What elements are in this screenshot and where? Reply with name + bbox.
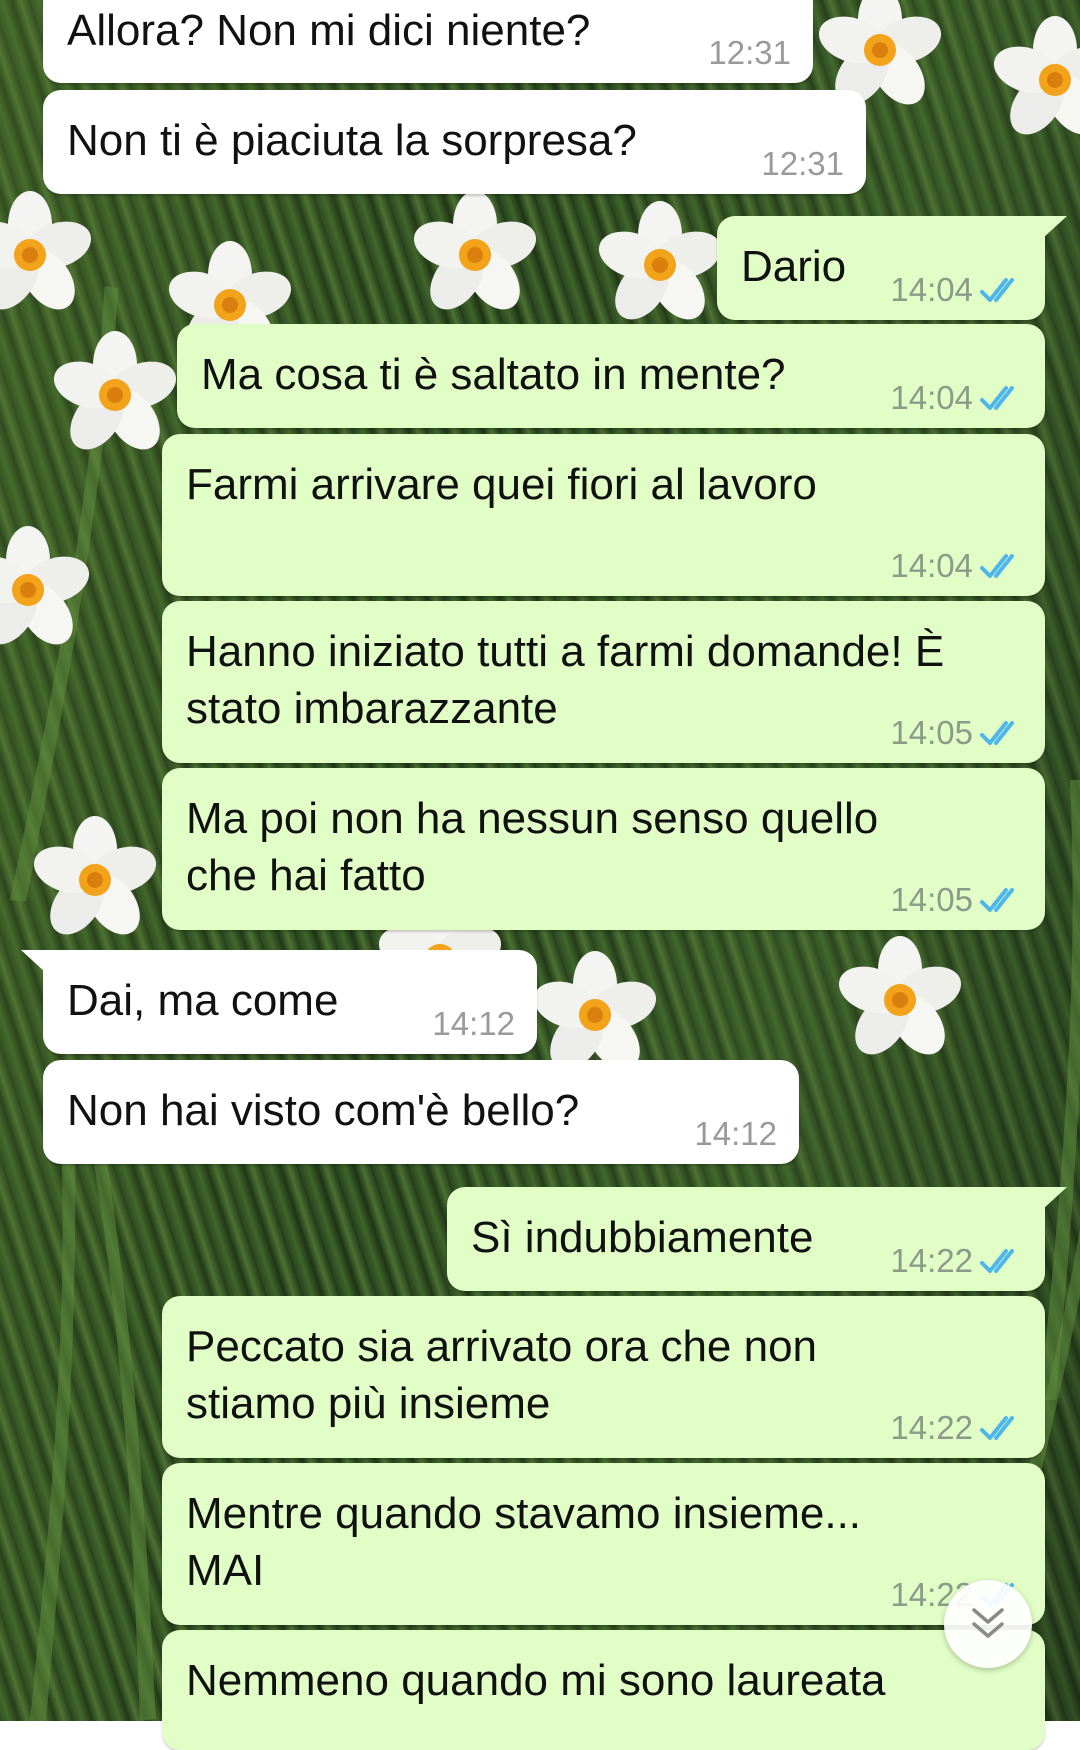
message-outgoing[interactable]: Hanno iniziato tutti a farmi domande! È …: [162, 601, 1045, 763]
message-outgoing[interactable]: Nemmeno quando mi sono laureata: [162, 1630, 1045, 1750]
message-text: Sì indubbiamente: [471, 1213, 814, 1262]
message-incoming[interactable]: Non hai visto com'è bello? 14:12: [43, 1060, 799, 1164]
message-outgoing[interactable]: Mentre quando stavamo insieme... MAI 14:…: [162, 1463, 1045, 1625]
message-text-line-1: Ma poi non ha nessun senso quello: [186, 794, 879, 843]
message-outgoing[interactable]: Sì indubbiamente 14:22: [447, 1187, 1067, 1291]
bubble-tail: [1043, 216, 1067, 238]
double-check-icon: [980, 1249, 1014, 1273]
message-incoming[interactable]: Non ti è piaciuta la sorpresa? 12:31: [43, 90, 866, 194]
message-text: Dai, ma come: [67, 976, 339, 1025]
double-check-icon: [980, 1416, 1014, 1440]
message-text: Non hai visto com'è bello?: [67, 1086, 580, 1135]
message-outgoing[interactable]: Ma poi non ha nessun senso quello che ha…: [162, 768, 1045, 930]
message-text: Dario: [741, 242, 847, 291]
message-time: 14:05: [890, 881, 973, 918]
message-text-line-2: stiamo più insieme: [186, 1379, 551, 1428]
message-time: 14:04: [890, 271, 973, 308]
message-text-line-2: MAI: [186, 1546, 265, 1595]
double-check-icon: [980, 386, 1014, 410]
message-time: 14:12: [694, 1115, 777, 1152]
message-time: 12:31: [708, 34, 791, 71]
message-outgoing[interactable]: Ma cosa ti è saltato in mente? 14:04: [177, 324, 1045, 428]
message-incoming[interactable]: Allora? Non mi dici niente? 12:31: [43, 0, 813, 83]
scroll-to-bottom-button[interactable]: [944, 1580, 1032, 1668]
message-time: 14:22: [890, 1409, 973, 1446]
message-outgoing[interactable]: Farmi arrivare quei fiori al lavoro 14:0…: [162, 434, 1045, 596]
message-time: 12:31: [761, 145, 844, 182]
message-text-line-1: Mentre quando stavamo insieme...: [186, 1489, 862, 1538]
message-text: Ma cosa ti è saltato in mente?: [201, 350, 786, 399]
message-text-line-2: stato imbarazzante: [186, 684, 558, 733]
chevron-double-down-icon: [972, 1608, 1004, 1638]
message-outgoing[interactable]: Dario 14:04: [717, 216, 1067, 320]
message-text: Farmi arrivare quei fiori al lavoro: [186, 460, 817, 509]
message-text-line-1: Peccato sia arrivato ora che non: [186, 1322, 818, 1371]
message-text-line-1: Hanno iniziato tutti a farmi domande! È: [186, 627, 945, 676]
message-outgoing[interactable]: Peccato sia arrivato ora che non stiamo …: [162, 1296, 1045, 1458]
bubble-tail: [1043, 1187, 1067, 1209]
message-time: 14:22: [890, 1242, 973, 1279]
message-time: 14:04: [890, 379, 973, 416]
message-text: Non ti è piaciuta la sorpresa?: [67, 116, 637, 165]
message-text: Allora? Non mi dici niente?: [67, 6, 591, 55]
double-check-icon: [980, 278, 1014, 302]
message-text-line-2: che hai fatto: [186, 851, 426, 900]
message-time: 14:04: [890, 547, 973, 584]
message-time: 14:12: [432, 1005, 515, 1042]
double-check-icon: [980, 554, 1014, 578]
double-check-icon: [980, 888, 1014, 912]
message-time: 14:05: [890, 714, 973, 751]
message-incoming[interactable]: Dai, ma come 14:12: [21, 950, 537, 1054]
bubble-tail: [21, 950, 45, 972]
message-text: Nemmeno quando mi sono laureata: [186, 1656, 886, 1705]
double-check-icon: [980, 721, 1014, 745]
